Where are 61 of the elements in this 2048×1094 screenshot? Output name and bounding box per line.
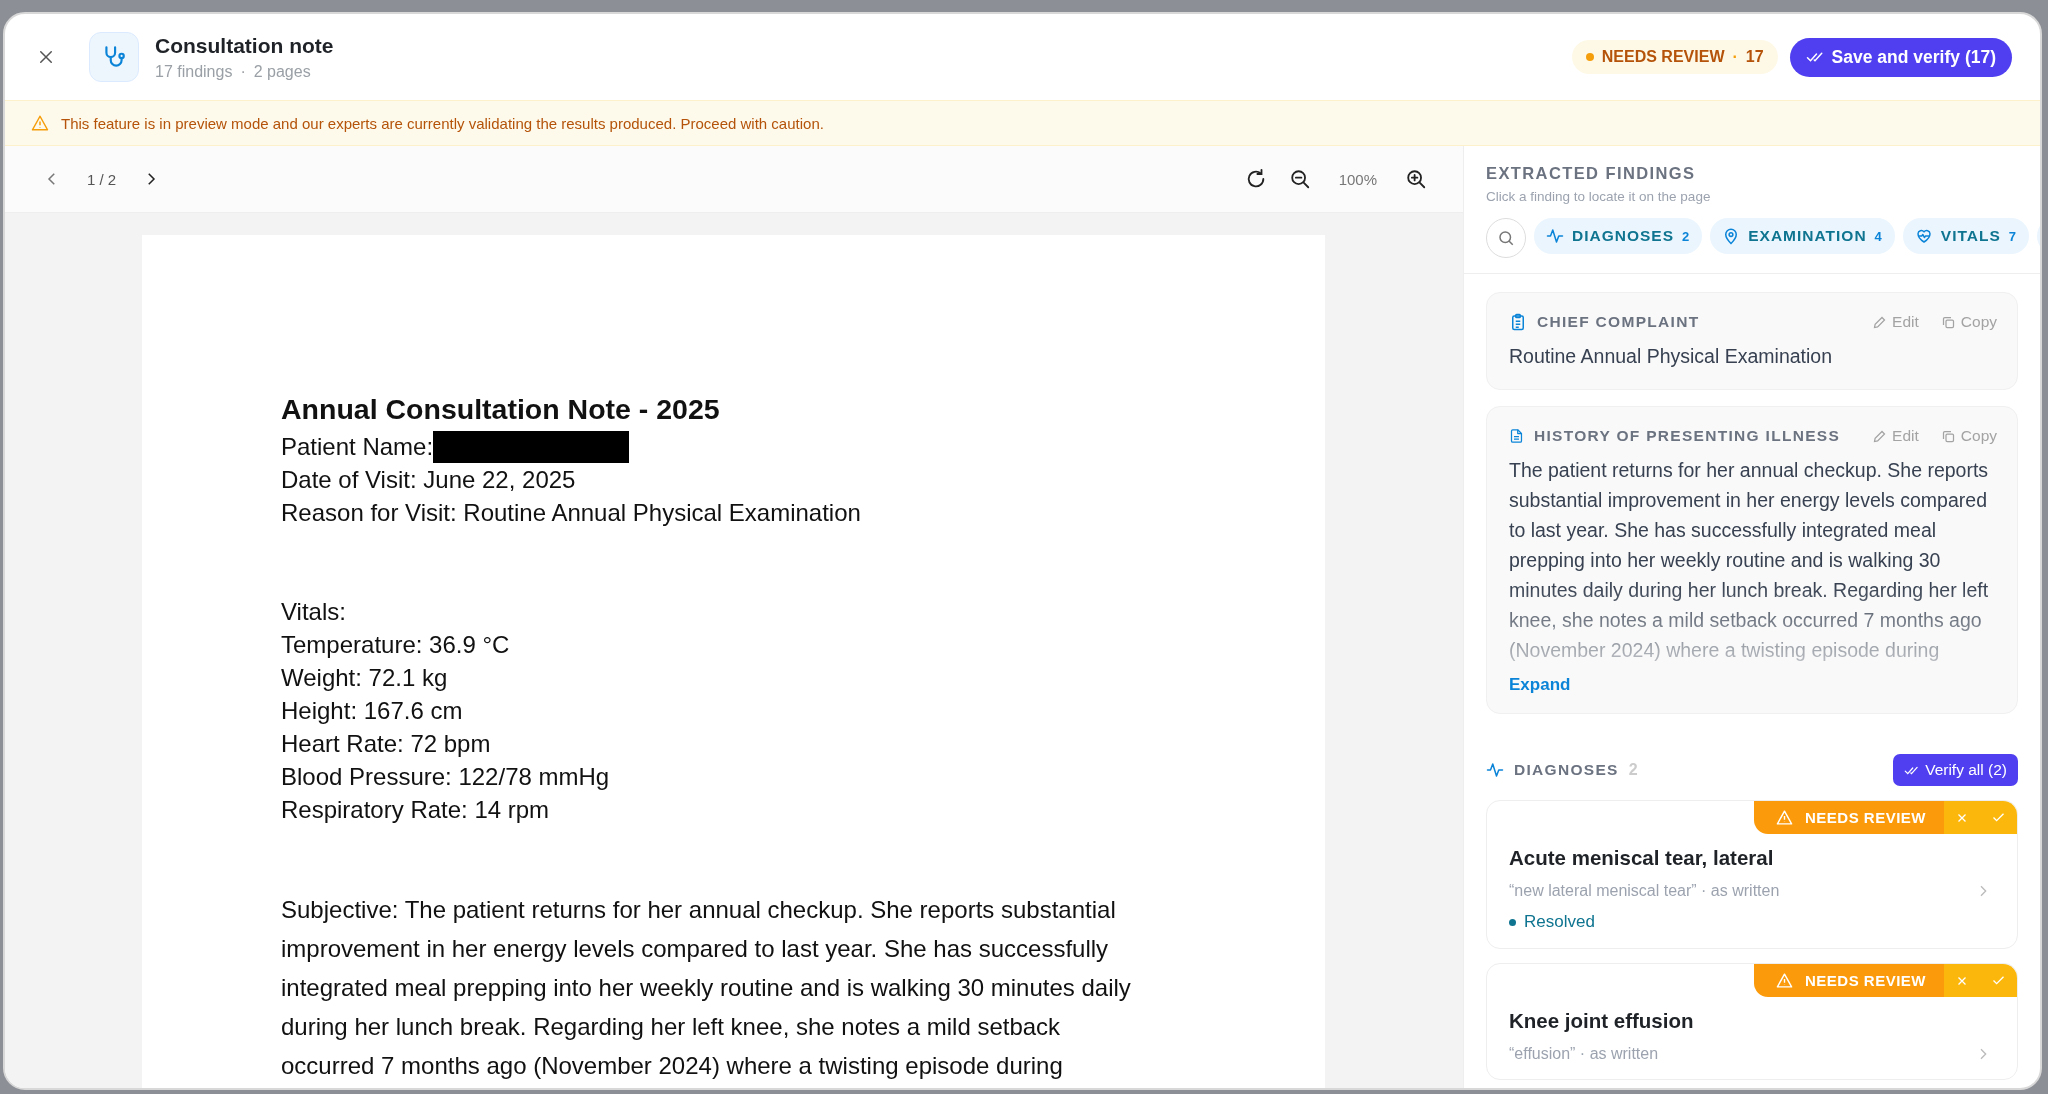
document-line: Blood Pressure: 122/78 mmHg [281, 762, 610, 792]
pencil-icon [1872, 428, 1888, 444]
document-line: Heart Rate: 72 bpm [281, 729, 491, 759]
pulse-icon [1546, 227, 1564, 245]
pencil-icon [1872, 314, 1888, 330]
separator-dot: · [240, 62, 246, 81]
copy-button[interactable]: Copy [1928, 313, 1997, 331]
needs-review-badge: NEEDS REVIEW [1753, 964, 1944, 997]
card-text: The patient returns for her annual checkup. She reports substantial improvement in her energy levels compared to last year. She has successfully integrated meal prepping into her weekly routine and is walking 30 minutes daily during her lunch break. Regarding her left knee, she notes a mild setback occurred 7 months ago (November 2024) where a twisting episode during [1509, 458, 1990, 663]
warning-icon [1775, 809, 1793, 826]
warning-text: This feature is in preview mode and our experts are currently validating the results produced. Proceed with caution. [61, 114, 824, 132]
verify-all-button[interactable]: Verify all (2) [1893, 754, 2018, 786]
card-title: CHIEF COMPLAINT [1537, 313, 1700, 331]
document-line: Date of Visit: June 22, 2025 [281, 465, 576, 495]
heart-pulse-icon [1914, 227, 1933, 245]
section-title: DIAGNOSES [1514, 761, 1619, 779]
clipboard-icon [1509, 313, 1527, 331]
category-chip[interactable]: VITALS 7 [1902, 218, 2030, 254]
diagnosis-card[interactable]: NEEDS REVIEW Knee joint effusion “effusion” · as written [1486, 963, 2018, 1080]
document-line: Weight: 72.1 kg [281, 663, 448, 693]
document-line: Height: 167.6 cm [281, 696, 463, 726]
source-quote: “effusion” · as written [1509, 1045, 1659, 1063]
page-indicator: 1 / 2 [87, 170, 117, 188]
search-button[interactable] [1486, 218, 1526, 258]
document-line: Reason for Visit: Routine Annual Physical Examination [281, 498, 861, 528]
card-title: HISTORY OF PRESENTING ILLNESS [1533, 427, 1841, 445]
panel-hint: Click a finding to locate it on the page [1486, 189, 1712, 204]
warning-icon [1775, 972, 1793, 989]
card-text: Routine Annual Physical Examination [1509, 344, 1834, 369]
document-heading: Annual Consultation Note - 2025 [281, 393, 721, 426]
findings-count: 17 findings [155, 62, 233, 81]
warning-icon [31, 114, 49, 132]
document-line: Vitals: [281, 597, 346, 627]
document-line: Respiratory Rate: 14 rpm [281, 795, 550, 825]
search-icon [1497, 229, 1515, 247]
category-chip[interactable]: DIAGNOSES 2 [1534, 218, 1703, 254]
page-count: 2 pages [253, 62, 311, 81]
expand-link[interactable]: Expand [1509, 675, 1571, 695]
document-icon [1509, 427, 1524, 445]
close-icon [37, 48, 55, 66]
category-chip[interactable]: EXAMINATION 4 [1710, 218, 1895, 254]
source-quote: “new lateral meniscal tear” · as written [1509, 882, 1780, 900]
status-label: Resolved [1524, 912, 1595, 932]
copy-icon [1940, 314, 1956, 330]
save-and-verify-button[interactable]: Save and verify (17) [1789, 37, 2012, 77]
needs-review-badge: NEEDS REVIEW [1753, 801, 1944, 834]
zoom-in-icon [1405, 168, 1427, 190]
pulse-icon [1486, 761, 1504, 779]
zoom-level: 100% [1338, 170, 1377, 188]
document-line: Temperature: 36.9 °C [281, 630, 510, 660]
diagnosis-card[interactable]: NEEDS REVIEW Acute meniscal tear, lateral “new lateral meniscal tear” · as written Resolved [1486, 800, 2018, 949]
document-paragraph: Subjective: The patient returns for her annual checkup. She reports substantial improvement in her energy levels compared to last year. She has successfully integrated meal prepping into her weekly routine and is walking 30 minutes daily during her lunch break. Regarding her left knee, she notes a mild setback occurred 7 months ago (November 2024) where a twisting episode during [281, 895, 1132, 1081]
copy-button[interactable]: Copy [1928, 427, 1997, 445]
copy-icon [1940, 428, 1956, 444]
diagnosis-title: Knee joint effusion [1509, 1009, 1695, 1033]
status-badge: NEEDS REVIEW · 17 [1571, 40, 1778, 74]
diagnosis-title: Acute meniscal tear, lateral [1509, 846, 1775, 870]
panel-title: EXTRACTED FINDINGS [1486, 164, 1697, 183]
window-title: Consultation note [155, 33, 335, 58]
document-line: Patient Name: [281, 432, 434, 462]
zoom-out-icon [1288, 168, 1311, 190]
